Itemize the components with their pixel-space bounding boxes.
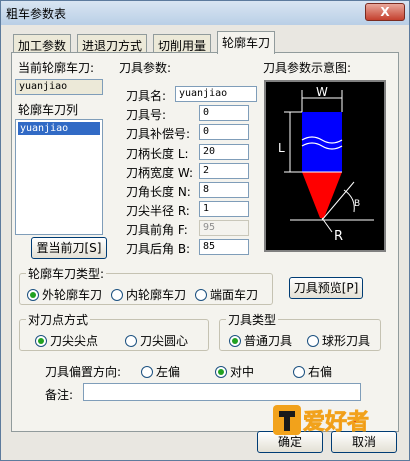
title-bar: 粗车参数表 X <box>1 1 409 25</box>
radio-inner-contour[interactable]: 内轮廓车刀 <box>111 286 186 302</box>
field-label: 刀角长度 N: <box>126 185 191 199</box>
field-label: 刀尖半径 R: <box>126 204 190 218</box>
radio-dot <box>215 365 227 378</box>
tab-approach-retract[interactable]: 进退刀方式 <box>77 34 148 53</box>
note-input[interactable] <box>83 383 361 401</box>
radio-offset-center[interactable]: 对中 <box>215 363 254 379</box>
radio-dot <box>27 288 39 301</box>
current-tool-value: yuanjiao <box>15 79 103 95</box>
radio-tip-point[interactable]: 刀尖尖点 <box>35 332 98 348</box>
current-tool-label: 当前轮廓车刀: <box>18 61 95 75</box>
group-title: 轮廓车刀类型: <box>26 265 107 282</box>
tool-name-input[interactable]: yuanjiao <box>175 86 257 102</box>
tab-contour-tool[interactable]: 轮廓车刀 <box>217 31 276 54</box>
field-label: 刀具后角 B: <box>126 242 191 256</box>
nose-radius-input[interactable]: 1 <box>199 201 249 217</box>
field-label: 刀柄宽度 W: <box>126 166 194 180</box>
radio-dot <box>141 365 153 378</box>
radio-dot <box>35 334 47 347</box>
radio-outer-contour[interactable]: 外轮廓车刀 <box>27 286 102 302</box>
radio-tip-center[interactable]: 刀尖圆心 <box>125 332 188 348</box>
field-label: 刀具补偿号: <box>126 127 191 141</box>
radio-ball-tool[interactable]: 球形刀具 <box>307 332 370 348</box>
tool-comp-input[interactable]: 0 <box>199 124 249 140</box>
tool-list-label: 轮廓车刀列 <box>18 103 79 117</box>
tool-preview-button[interactable]: 刀具预览[P] <box>289 277 363 299</box>
window-title: 粗车参数表 <box>6 7 67 21</box>
field-label: 刀具号: <box>126 108 167 122</box>
field-label: 刀柄长度 L: <box>126 147 189 161</box>
radio-normal-tool[interactable]: 普通刀具 <box>229 332 292 348</box>
diagram-label: 刀具参数示意图: <box>263 61 352 75</box>
dialog-window: 粗车参数表 X 加工参数 进退刀方式 切削用量 轮廓车刀 当前轮廓车刀: yua… <box>0 0 410 461</box>
radio-dot <box>293 365 305 378</box>
rake-angle-input: 95 <box>199 220 249 236</box>
radio-offset-left[interactable]: 左偏 <box>141 363 180 379</box>
note-label: 备注: <box>45 388 74 402</box>
radio-dot <box>111 288 123 301</box>
watermark-text: 爱好者 <box>303 409 369 435</box>
list-item[interactable]: yuanjiao <box>18 122 100 135</box>
r-label: R <box>334 229 343 244</box>
b-label: B <box>354 199 360 209</box>
radio-dot <box>125 334 137 347</box>
tool-diagram: W L B R <box>264 80 386 252</box>
params-section-label: 刀具参数: <box>119 61 172 75</box>
tool-number-input[interactable]: 0 <box>199 105 249 121</box>
set-current-button[interactable]: 置当前刀[S] <box>31 237 107 259</box>
radio-offset-right[interactable]: 右偏 <box>293 363 332 379</box>
group-title: 刀具类型 <box>226 311 279 328</box>
close-button[interactable]: X <box>365 3 405 21</box>
radio-face[interactable]: 端面车刀 <box>195 286 258 302</box>
shank-length-input[interactable]: 20 <box>199 144 249 160</box>
l-label: L <box>278 141 285 155</box>
tool-list[interactable]: yuanjiao <box>15 119 103 235</box>
corner-length-input[interactable]: 8 <box>199 182 249 198</box>
shank-width-input[interactable]: 2 <box>199 163 249 179</box>
tool-diagram-svg: W L B R <box>278 85 374 244</box>
tab-cutting-amount[interactable]: 切削用量 <box>153 34 212 53</box>
tab-machining-params[interactable]: 加工参数 <box>13 34 72 53</box>
field-label: 刀具名: <box>126 89 167 103</box>
group-title: 对刀点方式 <box>26 311 91 328</box>
offset-label: 刀具偏置方向: <box>45 365 122 379</box>
radio-dot <box>307 334 319 347</box>
w-label: W <box>316 85 328 99</box>
watermark-logo: 爱好者 <box>271 401 391 441</box>
clearance-angle-input[interactable]: 85 <box>199 239 249 255</box>
radio-dot <box>195 288 207 301</box>
field-label: 刀具前角 F: <box>126 223 188 237</box>
radio-dot <box>229 334 241 347</box>
